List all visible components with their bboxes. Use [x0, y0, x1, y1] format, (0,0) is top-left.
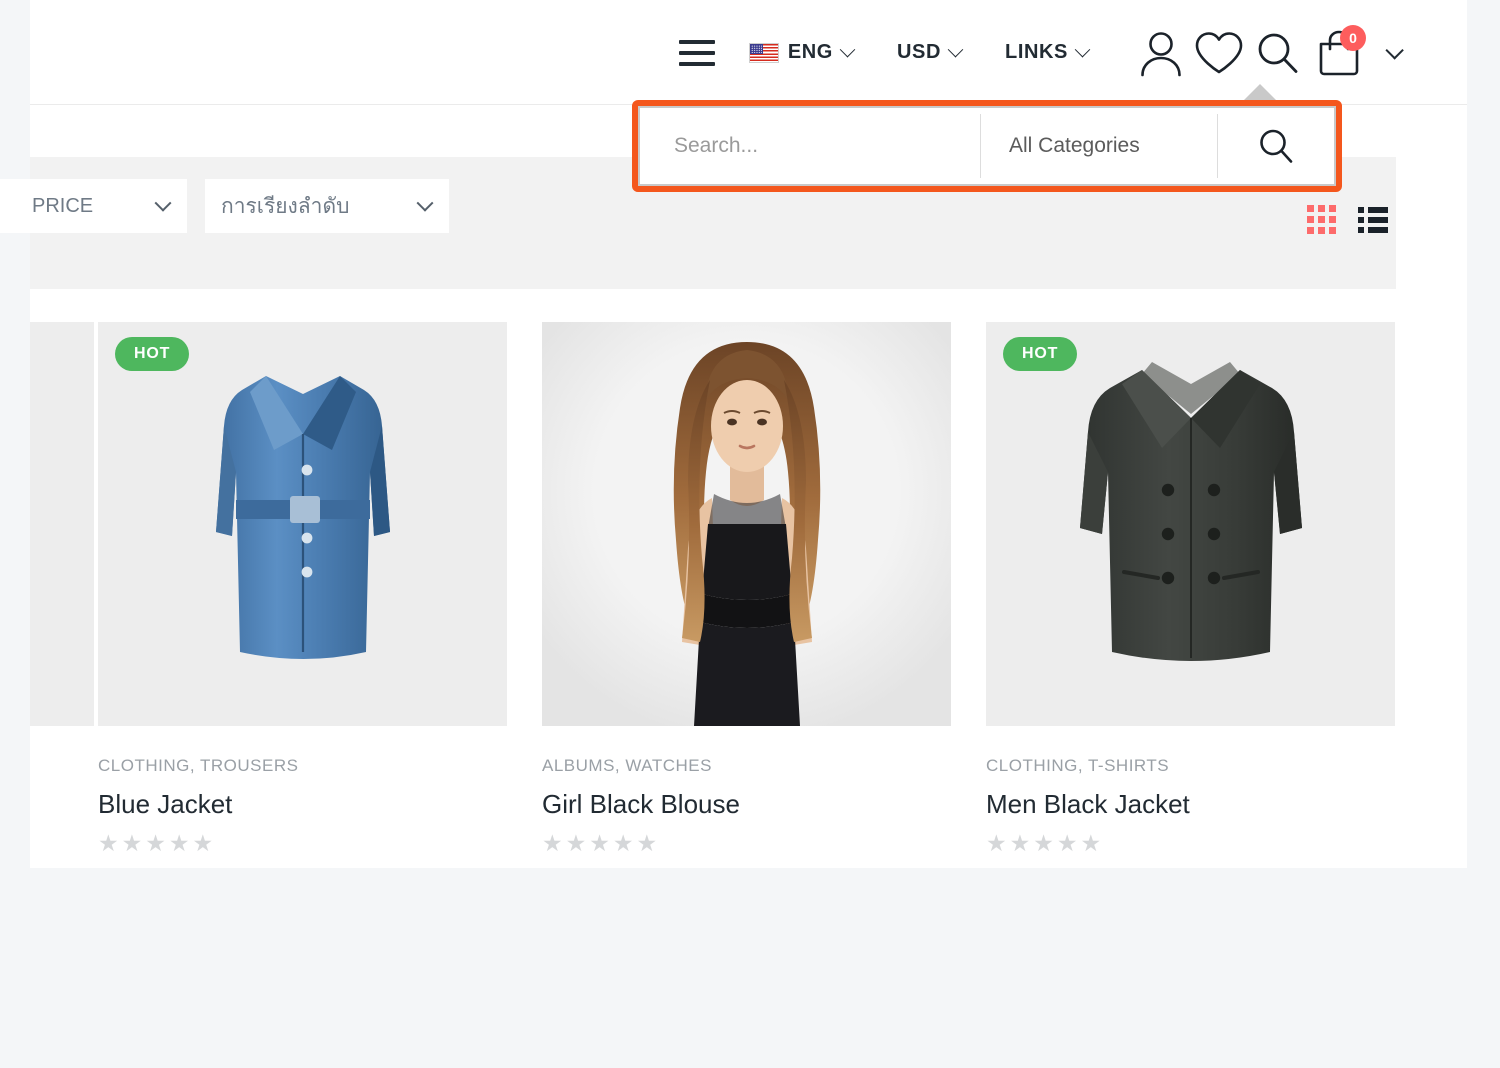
price-filter-select[interactable]: PRICE — [0, 179, 187, 233]
star-icon: ★ — [612, 830, 634, 856]
rating-stars[interactable]: ★ ★ ★ ★ ★ — [542, 832, 951, 855]
cart-button[interactable]: 0 — [1310, 23, 1368, 83]
product-meta: ALBUMS, WATCHES Girl Black Blouse ★ ★ ★ … — [542, 756, 951, 855]
star-icon: ★ — [145, 830, 166, 856]
product-image: HOT — [98, 322, 507, 726]
chevron-down-icon — [947, 41, 964, 58]
sort-order-select[interactable]: การเรียงลำดับ — [205, 179, 449, 233]
sort-order-label: การเรียงลำดับ — [221, 194, 350, 218]
product-card[interactable]: HOT — [986, 322, 1395, 855]
language-selector[interactable]: ENG — [748, 41, 856, 64]
heart-icon — [1195, 31, 1243, 73]
star-icon: ★ — [1056, 830, 1078, 856]
cart-dropdown-chevron-down-icon[interactable] — [1385, 41, 1404, 60]
currency-selector[interactable]: USD — [896, 41, 964, 64]
wishlist-button[interactable] — [1190, 23, 1248, 83]
star-icon: ★ — [542, 830, 563, 856]
product-title: Blue Jacket — [98, 789, 233, 819]
cart-count-badge: 0 — [1340, 24, 1366, 51]
product-image — [30, 322, 94, 726]
language-label: ENG — [787, 41, 833, 63]
product-image: HOT — [986, 322, 1395, 726]
star-icon: ★ — [986, 830, 1007, 856]
product-category: CLOTHING, T-SHIRTS — [986, 756, 1170, 775]
product-card[interactable]: ALBUMS, WATCHES Girl Black Blouse ★ ★ ★ … — [542, 322, 951, 855]
account-button[interactable] — [1132, 23, 1190, 83]
star-icon: ★ — [98, 830, 119, 856]
status-badge: HOT — [1003, 337, 1078, 371]
blue-coat-product-image — [216, 376, 390, 659]
header-actions: ENG USD LINKS 0 — [678, 0, 1404, 105]
page-root: ENG USD LINKS 0 Search... All Categories… — [0, 0, 1467, 868]
product-meta: CLOTHING, TROUSERS Blue Jacket ★ ★ ★ ★ ★ — [98, 756, 507, 855]
star-icon: ★ — [565, 830, 587, 856]
search-toggle-button[interactable] — [1248, 23, 1306, 83]
search-icon — [1260, 129, 1293, 163]
links-menu[interactable]: LINKS — [1005, 41, 1091, 64]
view-mode-toggles — [1307, 205, 1388, 234]
chevron-down-icon — [1074, 41, 1091, 58]
star-icon: ★ — [168, 830, 190, 856]
search-icon — [1258, 33, 1298, 73]
girl-black-blouse-product-image — [542, 322, 951, 726]
star-icon: ★ — [192, 830, 214, 856]
product-category: CLOTHING, TROUSERS — [98, 756, 299, 775]
user-icon — [1141, 31, 1181, 76]
status-badge: HOT — [115, 337, 190, 371]
price-filter-label: PRICE — [32, 194, 94, 217]
product-grid: HOT CLOTHING, TROUSERS Blue Jacket ★ ★ ★… — [30, 322, 1467, 868]
product-title: Girl Black Blouse — [542, 789, 740, 819]
product-image — [542, 322, 951, 726]
search-panel: All Categories — [640, 108, 1334, 184]
product-card-partial[interactable] — [30, 322, 94, 726]
search-panel-highlight: All Categories — [632, 100, 1342, 192]
product-title: Men Black Jacket — [986, 789, 1190, 819]
star-icon: ★ — [1009, 830, 1031, 856]
star-icon: ★ — [589, 830, 610, 856]
product-meta: CLOTHING, T-SHIRTS Men Black Jacket ★ ★ … — [986, 756, 1395, 855]
category-select[interactable]: All Categories — [981, 108, 1217, 184]
hamburger-icon[interactable] — [678, 39, 715, 66]
search-input[interactable] — [640, 108, 980, 184]
star-icon: ★ — [1080, 830, 1102, 856]
product-category: ALBUMS, WATCHES — [542, 756, 712, 775]
us-flag-icon — [748, 42, 779, 63]
star-icon: ★ — [121, 830, 143, 856]
grid-view-icon[interactable] — [1307, 205, 1336, 234]
filter-controls: PRICE การเรียงลำดับ — [0, 179, 449, 233]
list-view-icon[interactable] — [1358, 206, 1388, 233]
chevron-down-icon — [416, 194, 434, 212]
currency-label: USD — [896, 41, 941, 63]
category-select-label: All Categories — [1009, 134, 1140, 157]
rating-stars[interactable]: ★ ★ ★ ★ ★ — [98, 832, 507, 855]
star-icon: ★ — [1033, 830, 1054, 856]
star-icon: ★ — [636, 830, 658, 856]
search-panel-pointer — [1243, 84, 1277, 101]
rating-stars[interactable]: ★ ★ ★ ★ ★ — [986, 832, 1395, 855]
search-submit-button[interactable] — [1218, 108, 1334, 184]
product-card[interactable]: HOT — [98, 322, 507, 855]
links-label: LINKS — [1005, 41, 1068, 63]
men-black-jacket-product-image — [1080, 362, 1302, 661]
chevron-down-icon — [839, 41, 856, 58]
chevron-down-icon — [154, 194, 172, 212]
